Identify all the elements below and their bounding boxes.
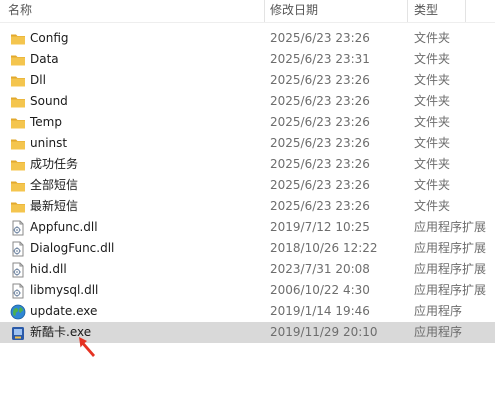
file-modified-date: 2019/1/14 19:46 [270, 304, 370, 318]
file-row[interactable]: Dll 2025/6/23 23:26 文件夹 [0, 70, 495, 91]
file-modified-date: 2025/6/23 23:26 [270, 157, 370, 171]
file-row[interactable]: update.exe 2019/1/14 19:46 应用程序 [0, 301, 495, 322]
folder-icon [10, 52, 26, 68]
file-name: Appfunc.dll [30, 220, 98, 234]
file-type: 应用程序扩展 [414, 283, 487, 297]
dll-file-icon [10, 220, 26, 236]
file-list: Config 2025/6/23 23:26 文件夹 Data 2025/6/23 23… [0, 28, 495, 343]
file-type: 文件夹 [414, 136, 451, 150]
file-row[interactable]: libmysql.dll 2006/10/22 4:30 应用程序扩展 [0, 280, 495, 301]
file-row[interactable]: Config 2025/6/23 23:26 文件夹 [0, 28, 495, 49]
file-type: 文件夹 [414, 31, 451, 45]
file-name: Data [30, 52, 59, 66]
file-type: 文件夹 [414, 199, 451, 213]
file-row[interactable]: Data 2025/6/23 23:31 文件夹 [0, 49, 495, 70]
file-modified-date: 2019/11/29 20:10 [270, 325, 378, 339]
file-type: 文件夹 [414, 115, 451, 129]
file-row[interactable]: 新酷卡.exe 2019/11/29 20:10 应用程序 [0, 322, 495, 343]
file-name: Sound [30, 94, 68, 108]
file-type: 文件夹 [414, 157, 451, 171]
file-modified-date: 2006/10/22 4:30 [270, 283, 370, 297]
folder-icon [10, 136, 26, 152]
file-modified-date: 2025/6/23 23:31 [270, 52, 370, 66]
annotation-arrow-icon [79, 337, 95, 357]
folder-icon [10, 73, 26, 89]
file-name: 成功任务 [30, 157, 79, 171]
file-type: 文件夹 [414, 73, 451, 87]
file-name: Temp [30, 115, 62, 129]
folder-icon [10, 115, 26, 131]
file-row[interactable]: 成功任务 2025/6/23 23:26 文件夹 [0, 154, 495, 175]
file-modified-date: 2025/6/23 23:26 [270, 31, 370, 45]
file-modified-date: 2025/6/23 23:26 [270, 178, 370, 192]
file-type: 文件夹 [414, 94, 451, 108]
column-divider[interactable] [407, 0, 408, 22]
file-type: 文件夹 [414, 178, 451, 192]
globe-exe-icon [10, 304, 26, 320]
file-name: Config [30, 31, 69, 45]
file-modified-date: 2025/6/23 23:26 [270, 73, 370, 87]
column-header-type[interactable]: 类型 [414, 1, 438, 19]
file-type: 文件夹 [414, 52, 451, 66]
file-modified-date: 2025/6/23 23:26 [270, 94, 370, 108]
dll-file-icon [10, 241, 26, 257]
file-modified-date: 2025/6/23 23:26 [270, 115, 370, 129]
file-name: uninst [30, 136, 68, 150]
file-modified-date: 2023/7/31 20:08 [270, 262, 370, 276]
column-divider[interactable] [264, 0, 265, 22]
file-type: 应用程序扩展 [414, 262, 487, 276]
file-row[interactable]: hid.dll 2023/7/31 20:08 应用程序扩展 [0, 259, 495, 280]
file-row[interactable]: Appfunc.dll 2019/7/12 10:25 应用程序扩展 [0, 217, 495, 238]
file-type: 应用程序 [414, 304, 463, 318]
column-header-date[interactable]: 修改日期 [270, 1, 318, 19]
folder-icon [10, 94, 26, 110]
folder-icon [10, 178, 26, 194]
folder-icon [10, 31, 26, 47]
file-row[interactable]: DialogFunc.dll 2018/10/26 12:22 应用程序扩展 [0, 238, 495, 259]
file-modified-date: 2025/6/23 23:26 [270, 136, 370, 150]
file-name: libmysql.dll [30, 283, 99, 297]
file-name: update.exe [30, 304, 98, 318]
dll-file-icon [10, 262, 26, 278]
file-modified-date: 2019/7/12 10:25 [270, 220, 370, 234]
file-row[interactable]: Sound 2025/6/23 23:26 文件夹 [0, 91, 495, 112]
file-type: 应用程序 [414, 325, 463, 339]
file-type: 应用程序扩展 [414, 220, 487, 234]
file-name: DialogFunc.dll [30, 241, 115, 255]
file-name: 最新短信 [30, 199, 79, 213]
file-modified-date: 2025/6/23 23:26 [270, 199, 370, 213]
file-name: Dll [30, 73, 46, 87]
column-header-name[interactable]: 名称 [8, 1, 32, 19]
column-header-bar: 名称 修改日期 类型 [0, 0, 495, 22]
file-name: hid.dll [30, 262, 67, 276]
file-row[interactable]: uninst 2025/6/23 23:26 文件夹 [0, 133, 495, 154]
dll-file-icon [10, 283, 26, 299]
folder-icon [10, 157, 26, 173]
file-modified-date: 2018/10/26 12:22 [270, 241, 378, 255]
folder-icon [10, 199, 26, 215]
file-row[interactable]: 全部短信 2025/6/23 23:26 文件夹 [0, 175, 495, 196]
file-row[interactable]: Temp 2025/6/23 23:26 文件夹 [0, 112, 495, 133]
file-row[interactable]: 最新短信 2025/6/23 23:26 文件夹 [0, 196, 495, 217]
file-name: 全部短信 [30, 178, 79, 192]
file-explorer: 名称 修改日期 类型 Config 2025/6/23 23:26 文件夹 Data 2… [0, 0, 495, 395]
column-divider[interactable] [465, 0, 466, 22]
file-type: 应用程序扩展 [414, 241, 487, 255]
header-divider [0, 22, 495, 23]
app-exe-icon [10, 325, 26, 341]
